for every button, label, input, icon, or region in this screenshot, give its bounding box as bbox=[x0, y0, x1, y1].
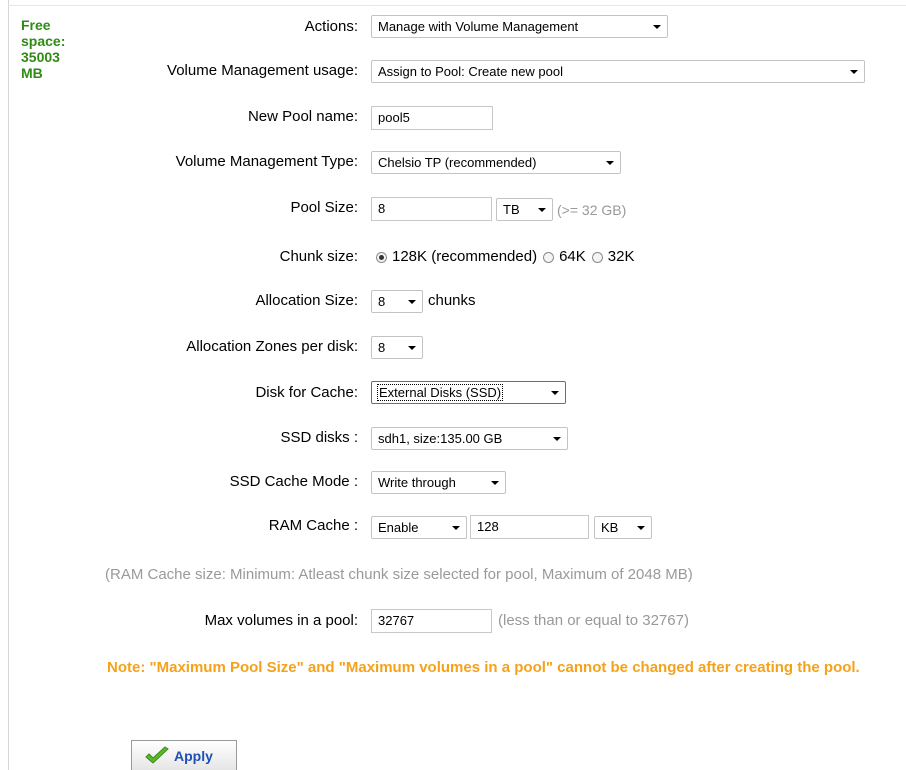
ram-cache-size-input[interactable]: 128 bbox=[470, 515, 589, 539]
free-space-indicator: Free space: 35003 MB bbox=[21, 17, 81, 81]
left-border bbox=[8, 0, 9, 770]
ram-cache-mode-select[interactable]: Enable bbox=[371, 516, 467, 539]
pool-size-input[interactable]: 8 bbox=[371, 197, 492, 221]
actions-label: Actions: bbox=[304, 18, 358, 35]
chevron-down-icon bbox=[408, 346, 416, 350]
top-border bbox=[8, 5, 906, 6]
ssd-disks-select[interactable]: sdh1, size:135.00 GB bbox=[371, 427, 568, 450]
pool-size-unit-select[interactable]: TB bbox=[496, 198, 553, 221]
disk-cache-value: External Disks (SSD) bbox=[376, 384, 504, 401]
vm-usage-label: Volume Management usage: bbox=[167, 62, 358, 79]
ssd-cache-mode-label: SSD Cache Mode : bbox=[229, 473, 358, 490]
free-space-line: Free bbox=[21, 17, 51, 33]
disk-cache-select[interactable]: External Disks (SSD) bbox=[371, 381, 566, 404]
pool-name-label: New Pool name: bbox=[247, 108, 358, 125]
chevron-down-icon bbox=[452, 526, 460, 530]
max-volumes-label: Max volumes in a pool: bbox=[204, 612, 358, 629]
max-volumes-hint: (less than or equal to 32767) bbox=[498, 612, 689, 629]
chunk-size-radio-group: 128K (recommended) 64K 32K bbox=[376, 248, 640, 266]
chevron-down-icon bbox=[551, 391, 559, 395]
ssd-cache-mode-select[interactable]: Write through bbox=[371, 471, 506, 494]
pool-size-hint: (>= 32 GB) bbox=[557, 202, 627, 218]
chevron-down-icon bbox=[491, 481, 499, 485]
allocation-zones-value: 8 bbox=[378, 340, 386, 355]
vm-type-label: Volume Management Type: bbox=[175, 153, 358, 170]
pool-warning-note: Note: "Maximum Pool Size" and "Maximum v… bbox=[107, 659, 860, 676]
allocation-size-label: Allocation Size: bbox=[255, 292, 358, 309]
pool-size-unit-value: TB bbox=[503, 202, 520, 217]
chevron-down-icon bbox=[850, 70, 858, 74]
radio-label: 64K bbox=[559, 248, 586, 265]
radio-label: 128K (recommended) bbox=[392, 248, 538, 265]
ssd-cache-mode-value: Write through bbox=[378, 475, 456, 490]
allocation-zones-label: Allocation Zones per disk: bbox=[186, 338, 358, 355]
apply-button-label: Apply bbox=[174, 747, 213, 764]
vm-usage-select-value: Assign to Pool: Create new pool bbox=[378, 64, 563, 79]
vm-type-select-value: Chelsio TP (recommended) bbox=[378, 155, 537, 170]
radio-empty-icon bbox=[591, 251, 603, 263]
radio-empty-icon bbox=[543, 251, 555, 263]
chevron-down-icon bbox=[606, 161, 614, 165]
allocation-zones-select[interactable]: 8 bbox=[371, 336, 423, 359]
apply-button[interactable]: Apply bbox=[131, 740, 237, 770]
radio-selected-icon bbox=[376, 251, 387, 263]
allocation-size-unit: chunks bbox=[428, 292, 476, 309]
chevron-down-icon bbox=[408, 300, 416, 304]
ram-cache-label: RAM Cache : bbox=[268, 517, 358, 534]
free-space-line: MB bbox=[21, 65, 43, 81]
ram-cache-note: (RAM Cache size: Minimum: Atleast chunk … bbox=[105, 566, 693, 583]
ssd-disks-value: sdh1, size:135.00 GB bbox=[378, 431, 503, 446]
chunk-size-64k-radio[interactable]: 64K bbox=[543, 248, 586, 266]
free-space-line: space: bbox=[21, 33, 66, 49]
checkmark-icon bbox=[145, 745, 169, 764]
ssd-disks-label: SSD disks : bbox=[280, 429, 358, 446]
pool-name-input[interactable]: pool5 bbox=[371, 106, 493, 130]
chunk-size-label: Chunk size: bbox=[279, 248, 358, 265]
actions-select[interactable]: Manage with Volume Management bbox=[371, 15, 668, 38]
allocation-size-select[interactable]: 8 bbox=[371, 290, 423, 313]
chevron-down-icon bbox=[553, 437, 561, 441]
free-space-line: 35003 bbox=[21, 49, 60, 65]
ram-cache-unit-select[interactable]: KB bbox=[594, 516, 652, 539]
allocation-size-value: 8 bbox=[378, 294, 386, 309]
vm-usage-select[interactable]: Assign to Pool: Create new pool bbox=[371, 60, 865, 83]
chunk-size-128k-radio[interactable]: 128K (recommended) bbox=[376, 248, 537, 266]
max-volumes-input[interactable]: 32767 bbox=[371, 609, 492, 633]
chevron-down-icon bbox=[637, 526, 645, 530]
chunk-size-32k-radio[interactable]: 32K bbox=[591, 248, 635, 266]
disk-cache-label: Disk for Cache: bbox=[255, 384, 358, 401]
chevron-down-icon bbox=[653, 25, 661, 29]
ram-cache-unit-value: KB bbox=[601, 520, 619, 535]
actions-select-value: Manage with Volume Management bbox=[378, 19, 579, 34]
radio-label: 32K bbox=[607, 248, 635, 265]
pool-size-label: Pool Size: bbox=[290, 199, 358, 216]
ram-cache-mode-value: Enable bbox=[378, 520, 419, 535]
vm-type-select[interactable]: Chelsio TP (recommended) bbox=[371, 151, 621, 174]
chevron-down-icon bbox=[538, 208, 546, 212]
